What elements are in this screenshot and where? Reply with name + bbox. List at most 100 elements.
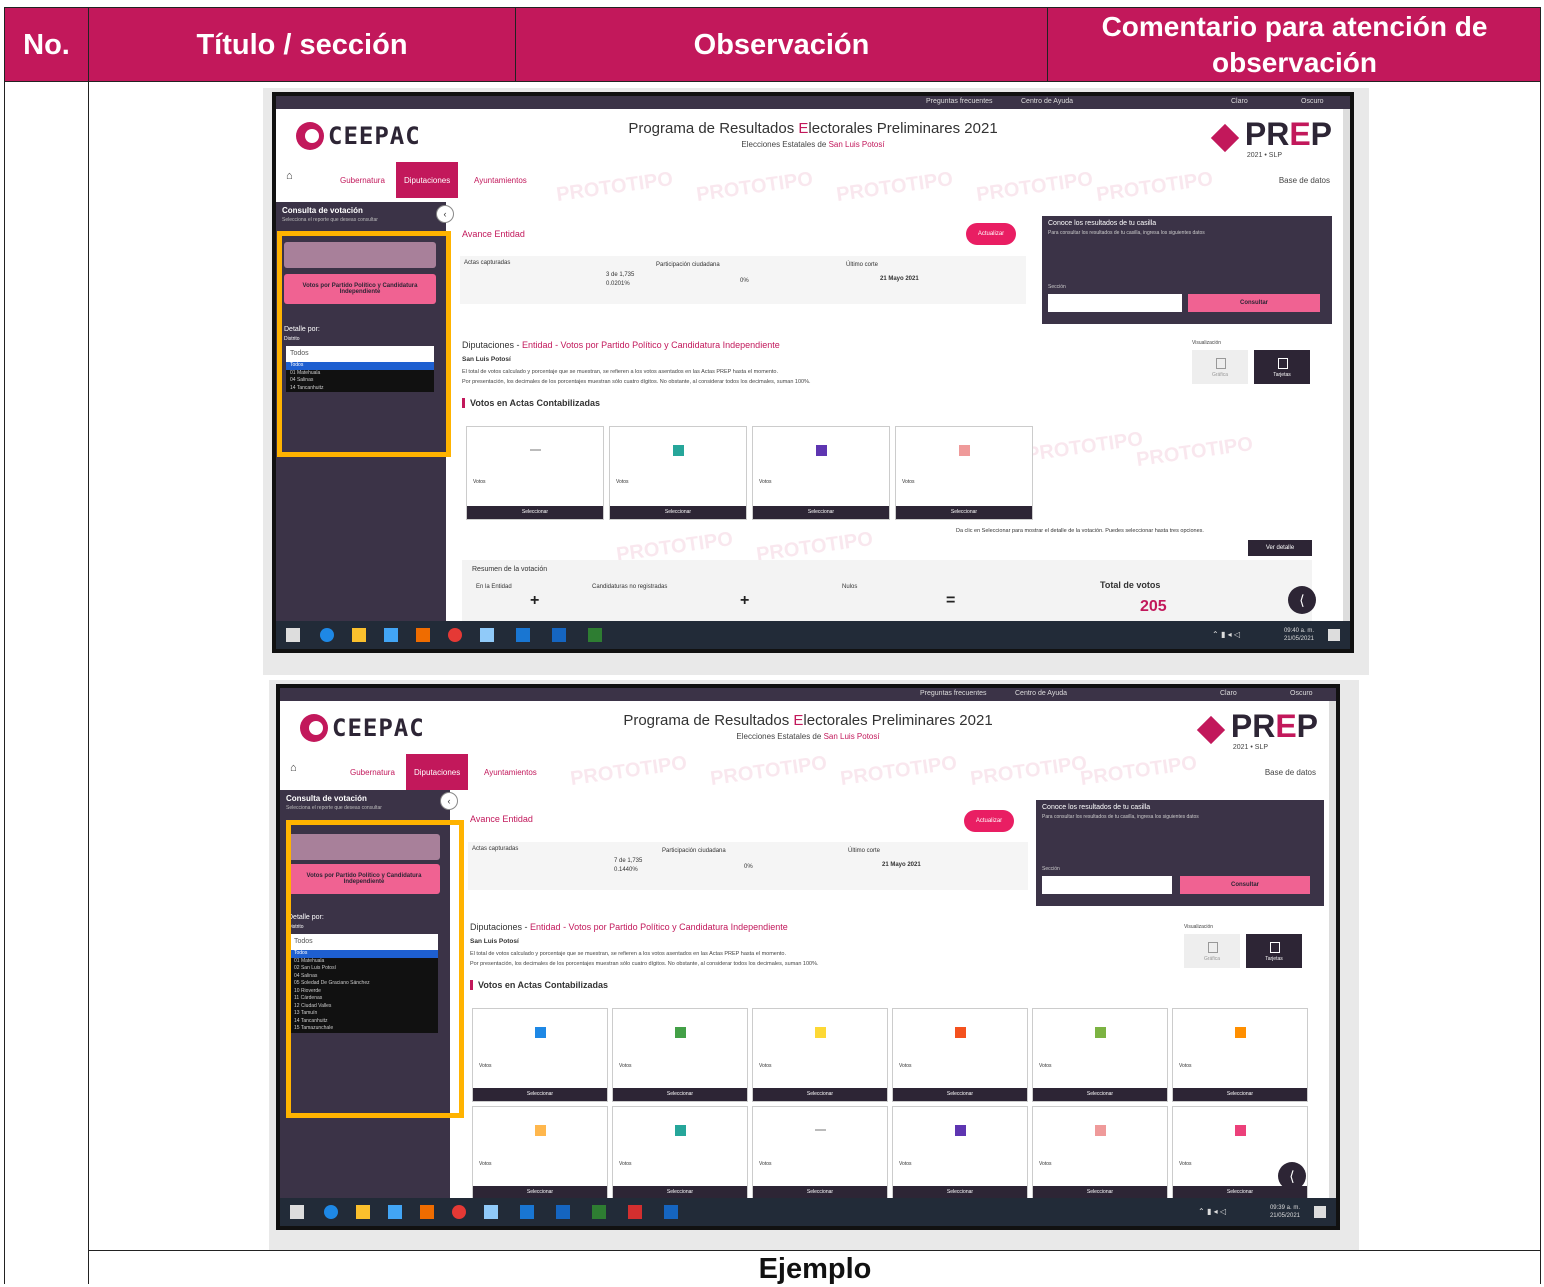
actas-value: 3 de 1,735 (606, 272, 635, 278)
card-votos-label: Votos (479, 1063, 492, 1069)
viz-tarjetas-button[interactable]: Tarjetas (1254, 350, 1310, 384)
start-icon[interactable] (286, 628, 300, 642)
equals-operator: = (946, 592, 956, 609)
app-icon[interactable] (420, 1205, 434, 1219)
seleccionar-button[interactable]: Seleccionar (753, 506, 889, 519)
notification-icon[interactable] (1314, 1206, 1326, 1218)
system-tray[interactable]: ⌃ ▮ ◂ ◁ (1198, 1207, 1226, 1216)
top-utility-bar: Preguntas frecuentes Centro de Ayuda Cla… (276, 96, 1350, 109)
card-votos-label: Votos (1039, 1063, 1052, 1069)
party-card: Votos Seleccionar (472, 1106, 608, 1200)
collapse-sidebar-icon[interactable]: ‹ (440, 792, 458, 810)
word-icon[interactable] (552, 628, 566, 642)
actualizar-button[interactable]: Actualizar (964, 810, 1014, 832)
party-card: Votos Seleccionar (612, 1106, 748, 1200)
participacion-label: Participación ciudadana (662, 848, 726, 854)
seleccionar-hint: Da clic en Seleccionar para mostrar el d… (956, 528, 1204, 534)
clock[interactable]: 09:40 a. m. 21/05/2021 (1284, 627, 1314, 643)
seccion-input[interactable] (1048, 294, 1182, 312)
ejemplo-label: Ejemplo (758, 1253, 872, 1285)
pdf-icon[interactable] (628, 1205, 642, 1219)
excel-icon[interactable] (588, 628, 602, 642)
base-datos-link[interactable]: Base de datos (1279, 176, 1330, 185)
share-icon[interactable]: ⟨ (1278, 1162, 1306, 1190)
word-icon[interactable] (556, 1205, 570, 1219)
viz-grafica-button[interactable]: Gráfica (1192, 350, 1248, 384)
help-center-link[interactable]: Centro de Ayuda (1021, 98, 1073, 105)
party-logo-icon (675, 1027, 686, 1038)
ver-detalle-button[interactable]: Ver detalle (1248, 540, 1312, 556)
watermark: PROTOTIPO (1134, 432, 1255, 472)
app-icon[interactable] (384, 628, 398, 642)
tab-ayuntamientos[interactable]: Ayuntamientos (466, 162, 535, 198)
resumen-votacion: Resumen de la votación En la Entidad + C… (462, 560, 1312, 622)
app-icon[interactable] (416, 628, 430, 642)
seleccionar-button[interactable]: Seleccionar (467, 506, 603, 519)
app-icon[interactable] (388, 1205, 402, 1219)
file-explorer-icon[interactable] (356, 1205, 370, 1219)
tab-ayuntamientos[interactable]: Ayuntamientos (476, 754, 545, 790)
participacion-label: Participación ciudadana (656, 262, 720, 268)
seleccionar-button[interactable]: Seleccionar (1173, 1088, 1307, 1101)
viz-grafica-button[interactable]: Gráfica (1184, 934, 1240, 968)
sidebar-title: Consulta de votación (282, 206, 363, 215)
seccion-label: Sección (1048, 284, 1066, 290)
seleccionar-button[interactable]: Seleccionar (610, 506, 746, 519)
seccion-input[interactable] (1042, 876, 1172, 894)
tab-gubernatura[interactable]: Gubernatura (342, 754, 403, 790)
res-nulos-label: Nulos (842, 584, 858, 590)
seleccionar-button[interactable]: Seleccionar (896, 506, 1032, 519)
party-logo-icon (535, 1027, 546, 1038)
party-card: Votos Seleccionar (1172, 1008, 1308, 1102)
home-icon[interactable]: ⌂ (286, 170, 293, 182)
app-icon[interactable] (520, 1205, 534, 1219)
home-icon[interactable]: ⌂ (290, 762, 297, 774)
casilla-hint: Para consultar los resultados de tu casi… (1048, 230, 1205, 236)
actualizar-button[interactable]: Actualizar (966, 223, 1016, 245)
app-icon[interactable] (516, 628, 530, 642)
tab-diputaciones[interactable]: Diputaciones (406, 754, 469, 790)
plus-operator: + (740, 592, 750, 609)
seleccionar-button[interactable]: Seleccionar (613, 1088, 747, 1101)
sidebar-title: Consulta de votación (286, 794, 367, 803)
chrome-icon[interactable] (452, 1205, 466, 1219)
party-card: Votos Seleccionar (895, 426, 1033, 520)
total-votos-label: Total de votos (1100, 580, 1161, 590)
card-votos-label: Votos (759, 1161, 772, 1167)
share-icon[interactable]: ⟨ (1288, 586, 1316, 614)
diputaciones-title: Diputaciones - Entidad - Votos por Parti… (462, 340, 780, 350)
seleccionar-button[interactable]: Seleccionar (473, 1088, 607, 1101)
faq-link[interactable]: Preguntas frecuentes (920, 690, 987, 697)
word-icon[interactable] (664, 1205, 678, 1219)
file-explorer-icon[interactable] (352, 628, 366, 642)
notification-icon[interactable] (1328, 629, 1340, 641)
corte-fecha: 21 Mayo 2021 (882, 862, 921, 868)
consultar-button[interactable]: Consultar (1180, 876, 1310, 894)
seleccionar-button[interactable]: Seleccionar (753, 1088, 887, 1101)
collapse-sidebar-icon[interactable]: ‹ (436, 205, 454, 223)
page-scrollbar[interactable] (1343, 109, 1350, 629)
edge-icon[interactable] (324, 1205, 338, 1219)
consultar-button[interactable]: Consultar (1188, 294, 1320, 312)
help-center-link[interactable]: Centro de Ayuda (1015, 690, 1067, 697)
table-header-row: No. Título / sección Observación Comenta… (4, 7, 1541, 82)
start-icon[interactable] (290, 1205, 304, 1219)
viz-tarjetas-button[interactable]: Tarjetas (1246, 934, 1302, 968)
note-2: Por presentación, los decimales de los p… (470, 961, 819, 967)
faq-link[interactable]: Preguntas frecuentes (926, 98, 993, 105)
seleccionar-button[interactable]: Seleccionar (893, 1088, 1027, 1101)
tab-gubernatura[interactable]: Gubernatura (332, 162, 393, 198)
tab-diputaciones[interactable]: Diputaciones (396, 162, 459, 198)
edge-icon[interactable] (320, 628, 334, 642)
seleccionar-button[interactable]: Seleccionar (1033, 1088, 1167, 1101)
clock[interactable]: 09:39 a. m. 21/05/2021 (1270, 1204, 1300, 1220)
watermark: PROTOTIPO (1024, 427, 1145, 467)
windows-taskbar: ⌃ ▮ ◂ ◁ 09:39 a. m. 21/05/2021 (280, 1198, 1336, 1226)
base-datos-link[interactable]: Base de datos (1265, 768, 1316, 777)
page-scrollbar[interactable] (1329, 701, 1336, 1206)
system-tray[interactable]: ⌃ ▮ ◂ ◁ (1212, 630, 1240, 639)
app-icon[interactable] (480, 628, 494, 642)
excel-icon[interactable] (592, 1205, 606, 1219)
chrome-icon[interactable] (448, 628, 462, 642)
app-icon[interactable] (484, 1205, 498, 1219)
